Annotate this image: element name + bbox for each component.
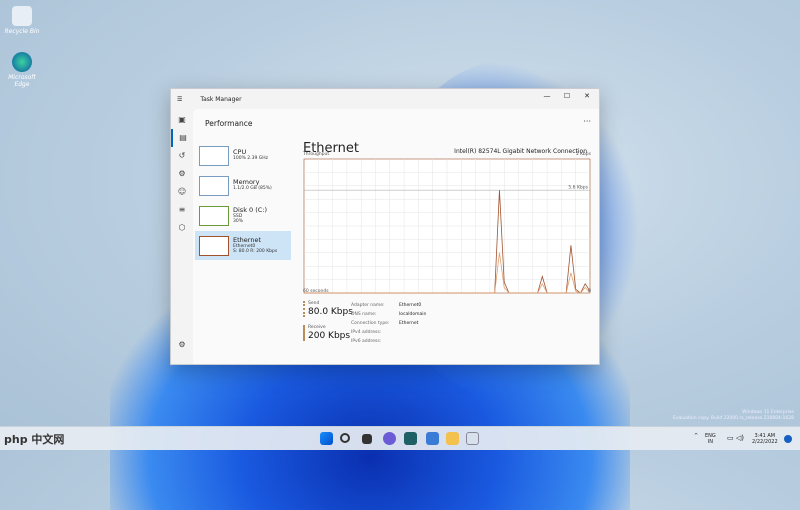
details-icon[interactable]: ≡ [171,201,193,219]
send-value: 80.0 Kbps [308,307,353,317]
store-icon[interactable] [404,432,417,445]
desktop-icon-recycle-bin[interactable]: Recycle Bin [2,6,42,35]
resource-name: Ethernet [233,235,261,244]
prop-row: Adapter name: Ethernet0 [351,301,426,310]
prop-row: IPv4 address: [351,328,426,337]
recycle-bin-icon [12,6,32,26]
performance-icon[interactable]: ▤ [171,129,193,147]
send-stat: Send 80.0 Kbps [303,301,353,317]
receive-stat: Receive 200 Kbps [303,325,350,341]
desktop-icon-label: Recycle Bin [4,28,40,35]
processes-icon[interactable]: ▣ [171,111,193,129]
resource-item-cpu[interactable]: CPU 100% 2.39 GHz [195,141,291,170]
app-history-icon[interactable]: ↺ [171,147,193,165]
prop-key: IPv6 address: [351,339,382,344]
chat-icon[interactable] [383,432,396,445]
watermark: Windows 11 Enterprise Evaluation copy. B… [673,410,794,422]
desktop-icon-label: Microsoft Edge [8,74,36,88]
php-app-icon[interactable] [426,432,439,445]
search-icon[interactable] [340,433,350,443]
receive-label: Receive [308,325,326,330]
prop-key: Adapter name: [351,303,385,308]
more-options-icon[interactable]: ··· [583,117,591,126]
notification-icon[interactable] [784,435,792,443]
nav-rail: ▣ ▤ ↺ ⚙ ☺ ≡ ⬡ ⚙ [171,111,193,364]
region-code: IN [707,439,713,445]
properties: Adapter name: Ethernet0 DNS name: localdom… [351,301,426,346]
resource-list: CPU 100% 2.39 GHz Memory 1.1/2.0 GB (85%) … [195,141,291,261]
taskbar: php 中文网 ^ ENG IN ▭ ◁) 3:41 AM 2/22/2022 [0,426,800,450]
edge-icon [12,52,32,72]
resource-item-ethernet[interactable]: Ethernet Ethernet0 S: 80.0 R: 200 Kbps [195,231,291,260]
resource-item-disk[interactable]: Disk 0 (C:) SSD 30% [195,201,291,230]
prop-key: IPv4 address: [351,330,382,335]
throughput-chart: 5.6 Kbps [303,158,591,294]
zero-label: 0 [588,289,591,294]
minimize-button[interactable]: — [537,89,557,103]
clock[interactable]: 3:41 AM 2/22/2022 [752,433,778,445]
network-volume-icon[interactable]: ▭ ◁) [727,435,744,442]
date: 2/22/2022 [752,439,778,445]
reference-label: 5.6 Kbps [568,185,588,191]
content-area: Performance ··· CPU 100% 2.39 GHz Memory 1… [193,109,599,364]
window-title: Task Manager [200,95,242,103]
startup-icon[interactable]: ⚙ [171,165,193,183]
prop-key: DNS name: [351,312,377,317]
resource-detail: 30% [233,219,244,224]
prop-value: localdomain [399,312,427,317]
file-explorer-icon[interactable] [446,432,459,445]
task-manager-window: ☰ Task Manager — ☐ ✕ ▣ ▤ ↺ ⚙ ☺ ≡ ⬡ ⚙ Per… [170,88,600,365]
close-button[interactable]: ✕ [577,89,597,103]
receive-value: 200 Kbps [308,331,351,341]
brand-logo: php 中文网 [4,433,65,446]
resource-detail: S: 80.0 R: 200 Kbps [233,249,278,254]
prop-row: DNS name: localdomain [351,310,426,319]
adapter-model: Intel(R) 82574L Gigabit Network Connecti… [454,148,587,155]
maximize-button[interactable]: ☐ [557,89,577,103]
time-label: 60 seconds [303,289,329,294]
ethernet-thumbnail [199,235,229,256]
throughput-label: Throughput [303,152,330,157]
watermark-line: Evaluation copy. Build 22000.rs_release.… [672,416,794,421]
settings-icon[interactable]: ⚙ [171,336,193,354]
prop-value: Ethernet [399,321,419,326]
users-icon[interactable]: ☺ [171,183,193,201]
title-bar[interactable]: ☰ Task Manager [171,89,599,109]
task-manager-icon[interactable] [466,432,479,445]
prop-value: Ethernet0 [399,303,422,308]
show-hidden-icons[interactable]: ^ [694,433,698,439]
resource-name: Disk 0 (C:) [233,205,268,214]
detail-panel: Ethernet Intel(R) 82574L Gigabit Network… [303,141,593,358]
start-icon[interactable] [320,432,333,445]
cpu-thumbnail [199,145,229,166]
memory-thumbnail [199,175,229,196]
disk-thumbnail [199,205,229,226]
resource-detail: 1.1/2.0 GB (85%) [233,186,272,192]
menu-icon[interactable]: ☰ [177,96,182,103]
send-label: Send [308,301,320,306]
max-label: 5 Kbps [575,152,591,157]
prop-row: Connection type: Ethernet [351,319,426,328]
desktop-icon-edge[interactable]: Microsoft Edge [2,52,42,88]
page-title: Performance [205,119,253,128]
language-indicator[interactable]: ENG IN [705,433,716,445]
task-view-icon[interactable] [362,434,372,444]
resource-item-memory[interactable]: Memory 1.1/2.0 GB (85%) [195,171,291,200]
prop-row: IPv6 address: [351,337,426,346]
prop-key: Connection type: [351,321,390,326]
resource-detail: 100% 2.39 GHz [233,156,268,162]
services-icon[interactable]: ⬡ [171,219,193,237]
